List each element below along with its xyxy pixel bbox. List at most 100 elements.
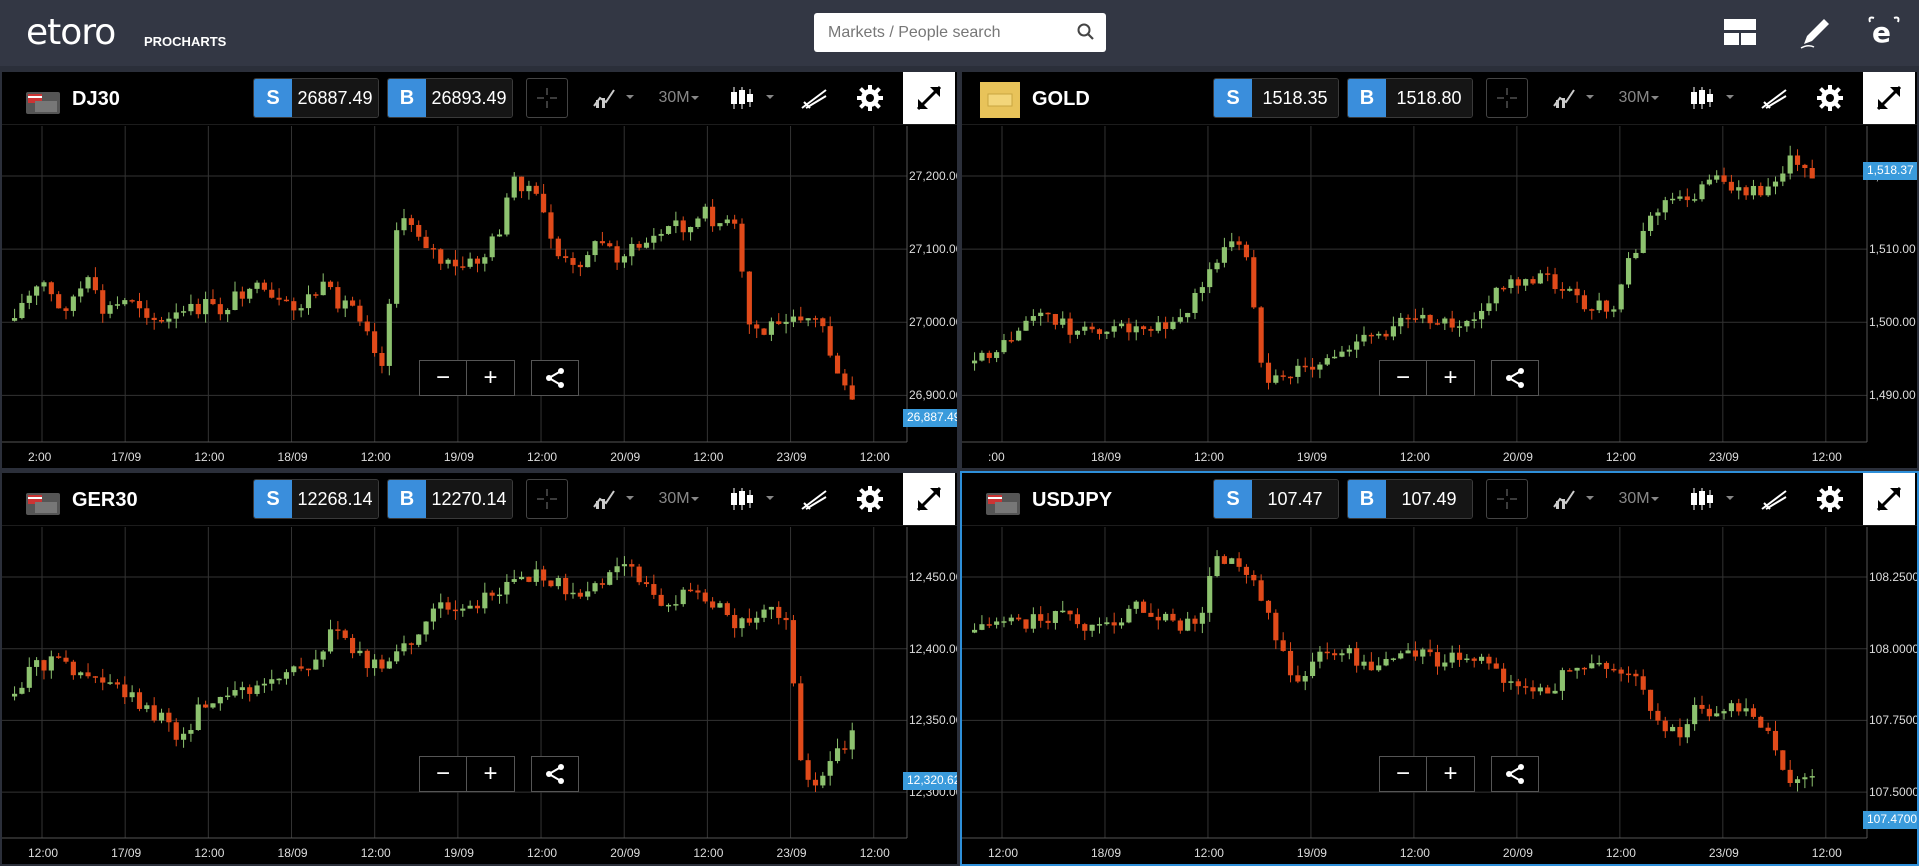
candle-body — [739, 618, 745, 629]
timeframe-select[interactable]: 30M — [654, 479, 704, 519]
timeframe-select[interactable]: 30M — [1614, 78, 1664, 118]
candle-body — [1640, 230, 1646, 253]
buy-button[interactable]: B 12270.14 — [387, 479, 513, 519]
candle-body — [1581, 667, 1588, 670]
instrument-name[interactable]: GER30 — [72, 489, 138, 512]
candle-body — [1243, 244, 1250, 258]
layout-icon[interactable] — [1720, 12, 1760, 52]
candlestick-icon[interactable] — [1686, 479, 1738, 519]
candle-body — [1427, 649, 1433, 653]
zoom-out-button[interactable]: − — [1379, 756, 1427, 792]
etoro-e-icon[interactable]: e — [1864, 12, 1904, 52]
indicators-icon[interactable] — [588, 78, 640, 118]
candlestick-chart[interactable] — [2, 126, 959, 470]
timeframe-select[interactable]: 30M — [654, 78, 704, 118]
zoom-out-button[interactable]: − — [419, 360, 467, 396]
candle-body — [1434, 652, 1441, 667]
expand-icon[interactable] — [1863, 72, 1915, 124]
candle-body — [92, 277, 98, 291]
candle-body — [1648, 215, 1654, 231]
candlestick-chart[interactable] — [2, 527, 959, 866]
crosshair-icon[interactable] — [526, 78, 568, 118]
candlestick-chart[interactable] — [962, 527, 1919, 866]
search-box[interactable] — [814, 13, 1106, 52]
share-icon[interactable] — [1491, 756, 1539, 792]
expand-icon[interactable] — [903, 72, 955, 124]
timeframe-select[interactable]: 30M — [1614, 479, 1664, 519]
chart-panel-dj30[interactable]: DJ30 S 26887.49 B 26893.49 30M 27,200.00 27,100… — [0, 70, 959, 470]
expand-icon[interactable] — [1863, 473, 1915, 525]
sell-button[interactable]: S 26887.49 — [253, 78, 379, 118]
buy-button[interactable]: B 26893.49 — [387, 78, 513, 118]
sell-price: 107.47 — [1252, 480, 1338, 518]
crosshair-icon[interactable] — [1486, 479, 1528, 519]
candle-body — [768, 321, 774, 335]
candle-body — [1251, 257, 1257, 308]
zoom-in-button[interactable]: + — [467, 360, 515, 396]
candle-body — [577, 592, 583, 597]
zoom-in-button[interactable]: + — [467, 756, 515, 792]
candle-body — [305, 294, 312, 309]
candle-body — [1721, 175, 1727, 182]
candlestick-chart[interactable] — [962, 126, 1919, 470]
candle-body — [1692, 199, 1698, 201]
indicators-icon[interactable] — [588, 479, 640, 519]
x-axis-tick: 19/09 — [443, 450, 474, 464]
candle-body — [438, 249, 444, 264]
crosshair-icon[interactable] — [1486, 78, 1528, 118]
gear-icon[interactable] — [850, 78, 890, 118]
candle-body — [827, 326, 833, 356]
gear-icon[interactable] — [1810, 78, 1850, 118]
candlestick-icon[interactable] — [726, 78, 778, 118]
chart-panel-ger30[interactable]: GER30 S 12268.14 B 12270.14 30M 12,450.00 12,40… — [0, 471, 959, 866]
search-input[interactable] — [814, 13, 1064, 52]
pencil-icon[interactable] — [1796, 12, 1836, 52]
crosshair-icon[interactable] — [526, 479, 568, 519]
instrument-name[interactable]: GOLD — [1032, 88, 1090, 111]
gear-icon[interactable] — [850, 479, 890, 519]
x-axis-tick: 18/09 — [277, 846, 308, 860]
zoom-out-button[interactable]: − — [1379, 360, 1427, 396]
chart-panel-gold[interactable]: GOLDS1518.35B1518.8030M1,520.001,510.001… — [960, 70, 1919, 470]
sell-button[interactable]: S 107.47 — [1213, 479, 1339, 519]
candle-body — [408, 643, 414, 645]
gear-icon[interactable] — [1810, 479, 1850, 519]
instrument-name[interactable]: DJ30 — [72, 88, 120, 111]
drawing-tools-icon[interactable] — [794, 479, 834, 519]
y-axis-tick: 12,450.00 — [909, 570, 959, 584]
share-icon[interactable] — [1491, 360, 1539, 396]
instrument-name[interactable]: USDJPY — [1032, 489, 1112, 512]
search-icon[interactable] — [1076, 22, 1096, 47]
buy-button[interactable]: B 107.49 — [1347, 479, 1473, 519]
candle-body — [1023, 320, 1029, 331]
chart-panel-usdjpy[interactable]: USDJPY S 107.47 B 107.49 30M 108.2500 108.0000 1… — [960, 471, 1919, 866]
x-axis-tick: 23/09 — [776, 450, 807, 464]
candlestick-icon[interactable] — [726, 479, 778, 519]
zoom-out-button[interactable]: − — [419, 756, 467, 792]
drawing-tools-icon[interactable] — [1754, 479, 1794, 519]
candle-body — [1684, 196, 1690, 201]
buy-button[interactable]: B 1518.80 — [1347, 78, 1473, 118]
drawing-tools-icon[interactable] — [794, 78, 834, 118]
candlestick-icon[interactable] — [1686, 78, 1738, 118]
share-icon[interactable] — [531, 756, 579, 792]
candle-body — [1236, 241, 1242, 245]
candle-body — [1794, 779, 1801, 783]
sell-button[interactable]: S 12268.14 — [253, 479, 379, 519]
expand-icon[interactable] — [903, 473, 955, 525]
candle-body — [372, 331, 378, 354]
etoro-logo[interactable]: etoro — [26, 12, 116, 53]
indicators-icon[interactable] — [1548, 479, 1600, 519]
indicators-icon[interactable] — [1548, 78, 1600, 118]
candle-body — [688, 226, 694, 233]
candle-body — [56, 656, 62, 658]
sell-button[interactable]: S 1518.35 — [1213, 78, 1339, 118]
drawing-tools-icon[interactable] — [1754, 78, 1794, 118]
candle-body — [1479, 310, 1485, 320]
zoom-in-button[interactable]: + — [1427, 360, 1475, 396]
candle-body — [599, 241, 605, 244]
candle-body — [1493, 287, 1499, 304]
zoom-in-button[interactable]: + — [1427, 756, 1475, 792]
share-icon[interactable] — [531, 360, 579, 396]
candle-body — [467, 605, 473, 609]
